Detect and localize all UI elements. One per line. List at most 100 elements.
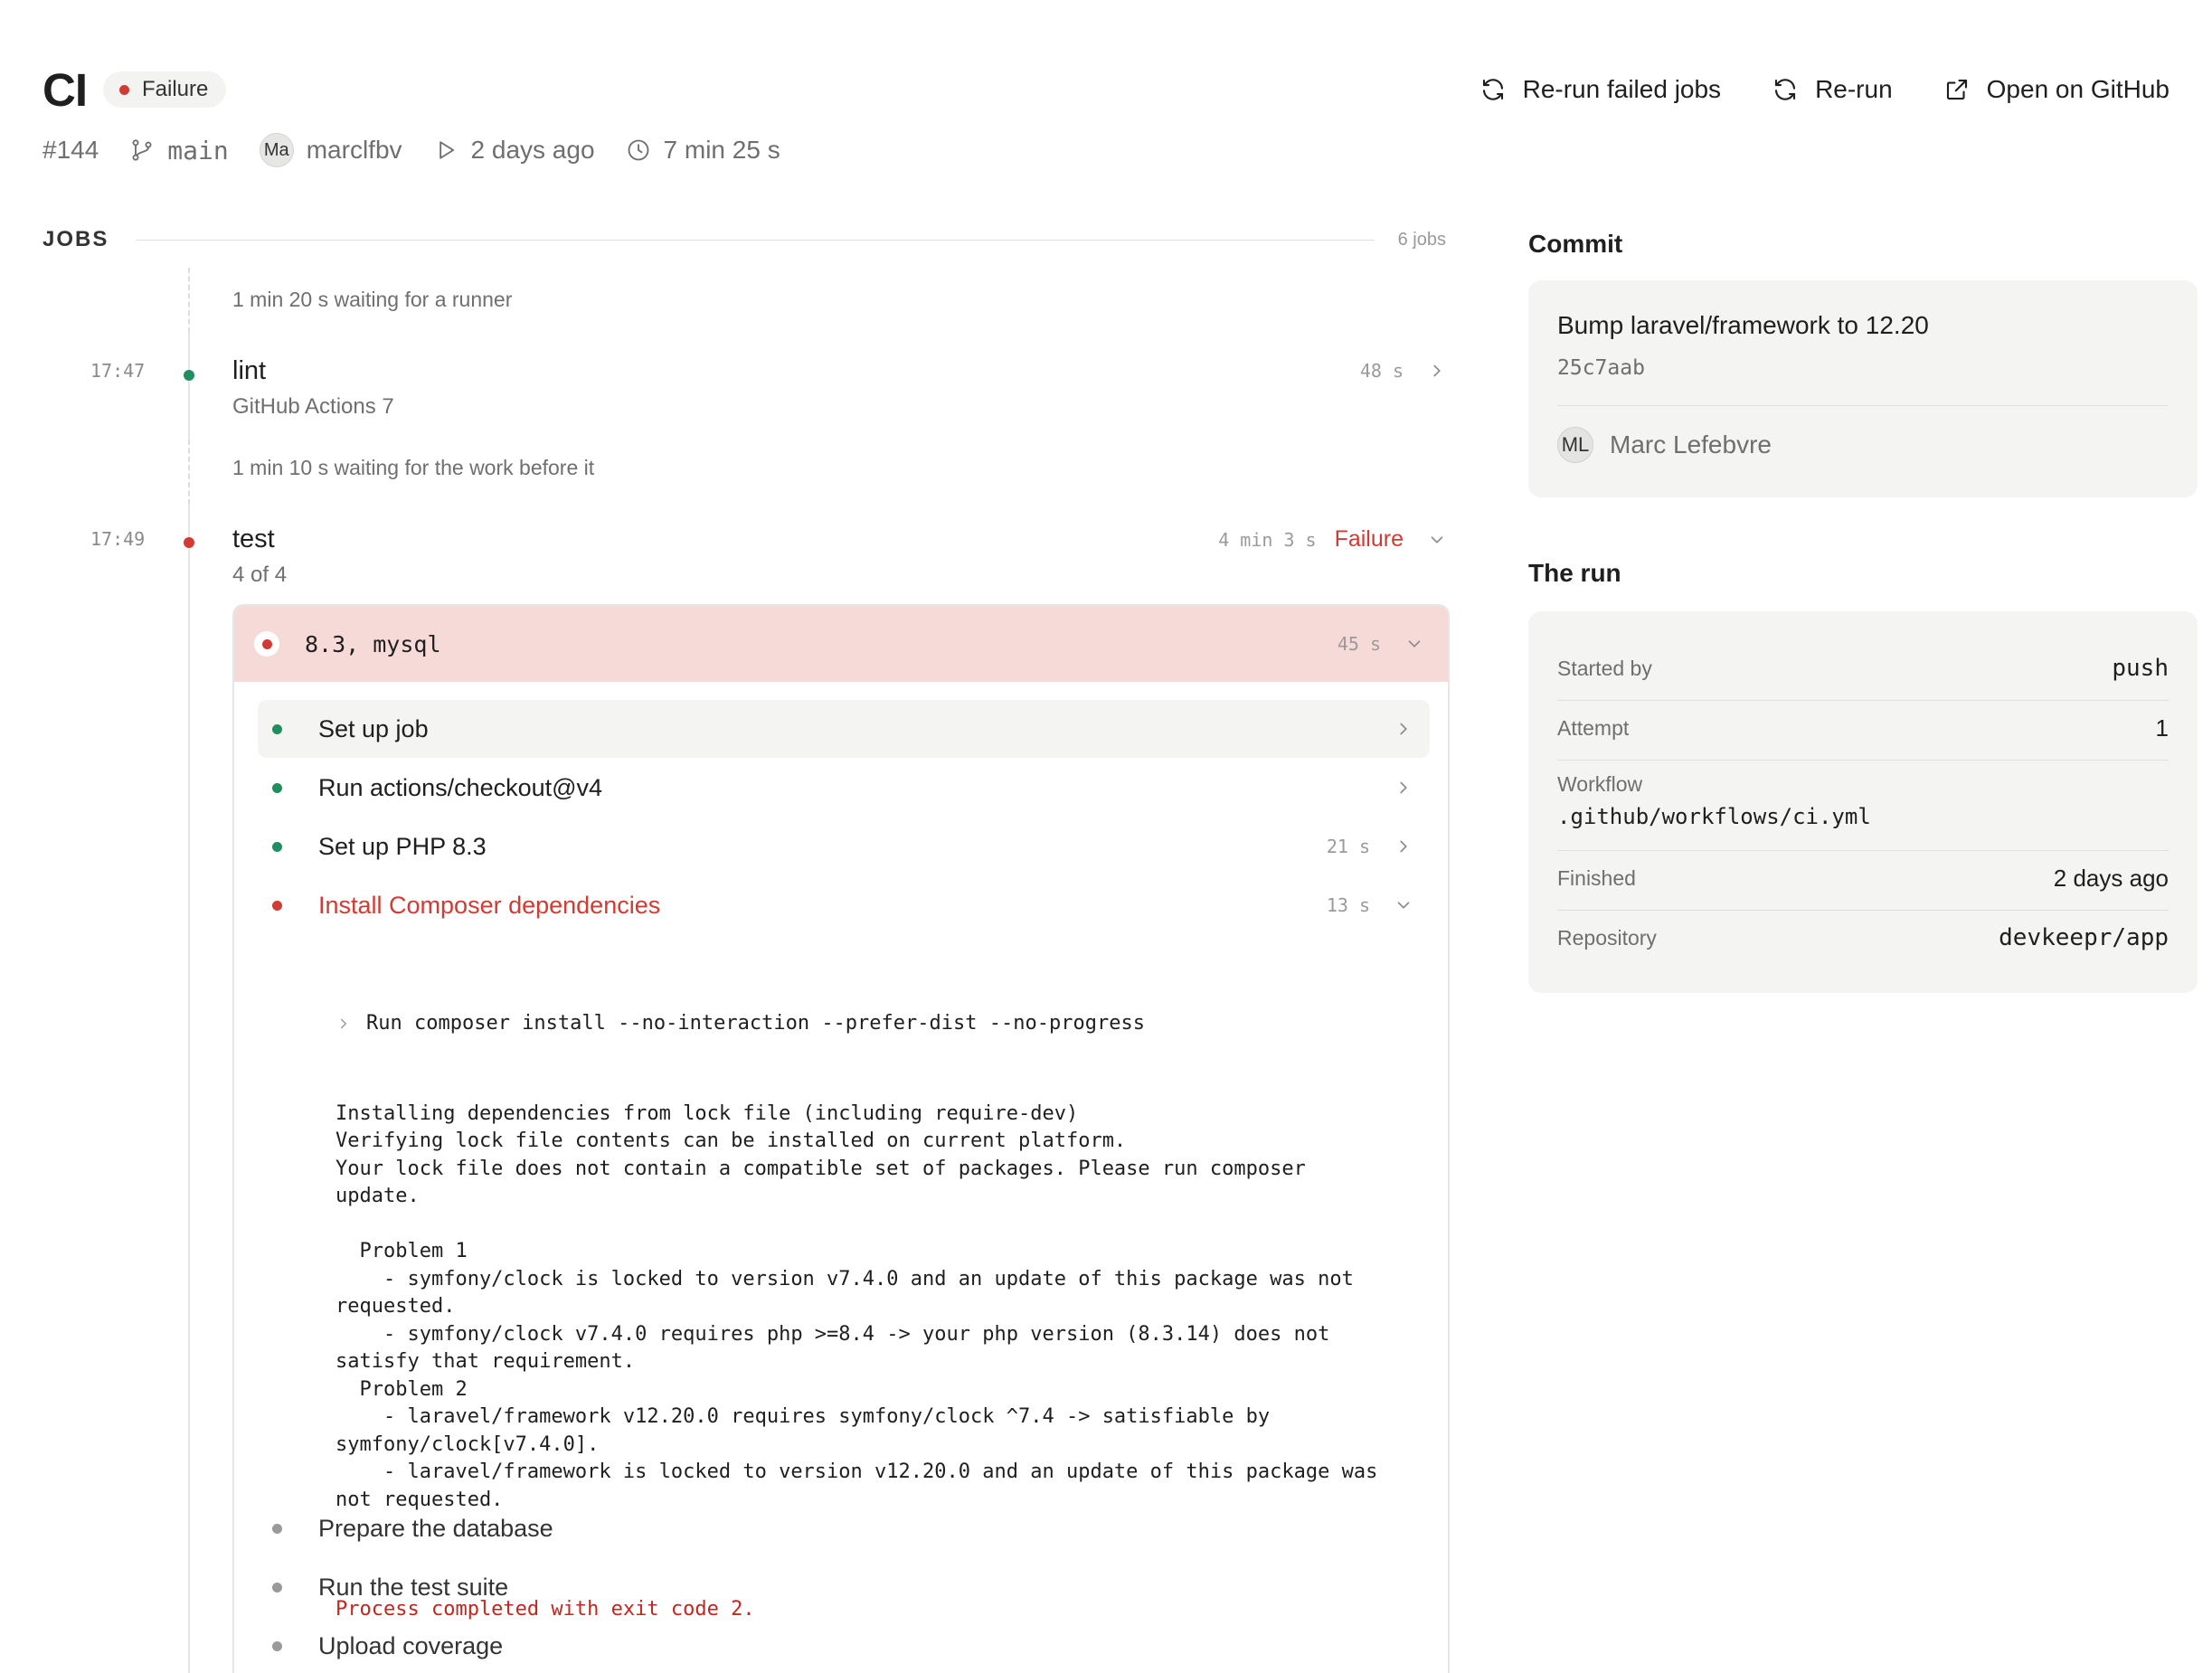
divider [1557, 405, 2169, 406]
rerun-failed-jobs-label: Re-run failed jobs [1522, 75, 1722, 103]
repository-label: Repository [1557, 925, 1657, 950]
step-run-test-suite[interactable]: Run the test suite [258, 1558, 1430, 1616]
commit-panel: Bump laravel/framework to 12.20 25c7aab … [1528, 280, 2198, 497]
step-meta: 13 s [1327, 894, 1413, 916]
run-number: #144 [43, 136, 99, 164]
started-ago-text: 2 days ago [470, 136, 595, 164]
external-link-icon [1946, 79, 1967, 100]
jobs-header: JOBS 6 jobs [43, 226, 1446, 253]
step-name: Set up PHP 8.3 [318, 832, 487, 860]
matrix-job-card: 8.3, mysql 45 s Set up job Run actions/c… [232, 604, 1450, 1673]
pending-dot-icon [272, 1582, 282, 1593]
refresh-icon [1482, 79, 1503, 100]
branch-icon [132, 139, 152, 161]
commit-sha[interactable]: 25c7aab [1557, 356, 1645, 380]
step-checkout[interactable]: Run actions/checkout@v4 [258, 759, 1430, 817]
step-set-up-job[interactable]: Set up job [258, 700, 1430, 758]
log-output: Installing dependencies from lock file (… [336, 1101, 1378, 1511]
divider [136, 239, 1375, 241]
step-name: Set up job [318, 714, 429, 742]
workflow-file[interactable]: .github/workflows/ci.yml [1557, 804, 2169, 829]
divider [1557, 850, 2169, 851]
job-duration: 4 min 3 s [1218, 528, 1317, 551]
jobs-label: JOBS [43, 227, 109, 251]
pending-dot-icon [272, 1640, 282, 1651]
finished-row: Finished 2 days ago [1557, 865, 2169, 893]
step-name: Run the test suite [318, 1573, 509, 1601]
failure-status-icon [254, 631, 279, 657]
avatar: Ma [259, 133, 294, 167]
finished-label: Finished [1557, 866, 1636, 890]
jobs-count: 6 jobs [1397, 229, 1446, 250]
rerun-failed-jobs-button[interactable]: Re-run failed jobs [1479, 75, 1721, 104]
step-name: Upload coverage [318, 1631, 504, 1659]
failure-dot-icon [119, 84, 129, 95]
matrix-job-title: 8.3, mysql [305, 630, 441, 657]
step-name: Run actions/checkout@v4 [318, 773, 603, 801]
page-header: CI Failure Re-run failed jobs Re-run Ope… [43, 60, 2169, 119]
job-time: 17:47 [90, 360, 146, 382]
matrix-job-header[interactable]: 8.3, mysql 45 s [234, 606, 1448, 682]
step-prepare-database[interactable]: Prepare the database [258, 1499, 1430, 1557]
chevron-down-icon [1431, 535, 1443, 543]
step-name: Install Composer dependencies [318, 891, 661, 919]
chevron-right-icon [341, 1019, 347, 1029]
finished-value: 2 days ago [2053, 865, 2169, 892]
log-command: Run composer install --no-interaction --… [366, 1012, 1145, 1035]
commit-author: ML Marc Lefebvre [1557, 427, 1772, 463]
step-meta [1370, 719, 1413, 739]
chevron-right-icon [1400, 840, 1407, 853]
status-badge-label: Failure [142, 77, 209, 101]
workflow-row: Workflow .github/workflows/ci.yml [1557, 772, 2169, 829]
divider [1557, 700, 2169, 701]
step-set-up-php[interactable]: Set up PHP 8.3 21 s [258, 818, 1430, 875]
run-meta: #144 main Ma marclfbv 2 days ago 7 min 2… [43, 132, 811, 168]
run-panel: Started by push Attempt 1 Workflow .gith… [1528, 611, 2198, 993]
chevron-right-icon [1400, 723, 1407, 735]
rerun-button[interactable]: Re-run [1772, 75, 1893, 104]
refresh-icon [1775, 79, 1796, 100]
step-meta [1370, 778, 1413, 798]
actor[interactable]: Ma marclfbv [259, 133, 402, 167]
run-duration: 7 min 25 s [626, 136, 780, 165]
play-icon [439, 141, 454, 159]
wait-work-text: 1 min 10 s waiting for the work before i… [232, 456, 595, 479]
success-dot-icon [272, 782, 282, 793]
step-duration: 21 s [1326, 836, 1370, 857]
step-name: Prepare the database [318, 1514, 553, 1542]
chevron-down-icon [1408, 640, 1421, 647]
started-by-value: push [2112, 655, 2169, 682]
job-lint-meta[interactable]: 48 s [1360, 360, 1447, 382]
chevron-right-icon [1400, 781, 1407, 794]
failure-dot-icon [184, 537, 194, 548]
wait-runner-text: 1 min 20 s waiting for a runner [232, 288, 513, 311]
step-duration: 13 s [1326, 894, 1370, 916]
branch[interactable]: main [129, 136, 229, 165]
clock-icon [628, 139, 648, 161]
step-install-composer[interactable]: Install Composer dependencies 13 s [258, 876, 1430, 934]
commit-heading: Commit [1528, 230, 1623, 258]
workflow-label: Workflow [1557, 772, 1643, 796]
job-duration: 48 s [1359, 360, 1404, 382]
log-command-row[interactable]: Run composer install --no-interaction --… [336, 1010, 1439, 1038]
job-runner: GitHub Actions 7 [232, 394, 394, 419]
timeline-gap [188, 268, 190, 333]
job-name-test[interactable]: test [232, 525, 275, 554]
run-duration-text: 7 min 25 s [663, 136, 780, 164]
actor-name: marclfbv [306, 136, 402, 164]
failure-dot-icon [261, 638, 272, 649]
run-heading: The run [1528, 559, 1621, 587]
repository-value[interactable]: devkeepr/app [1999, 924, 2169, 951]
commit-message[interactable]: Bump laravel/framework to 12.20 [1557, 311, 1929, 340]
avatar: ML [1557, 427, 1593, 463]
status-badge: Failure [103, 71, 227, 108]
job-progress: 4 of 4 [232, 562, 288, 587]
pending-dot-icon [272, 1523, 282, 1534]
chevron-right-icon [1433, 364, 1441, 377]
job-test-meta[interactable]: 4 min 3 s Failure [1218, 526, 1447, 553]
divider [1557, 910, 2169, 911]
open-on-github-button[interactable]: Open on GitHub [1943, 75, 2169, 104]
failure-dot-icon [272, 900, 282, 911]
step-upload-coverage[interactable]: Upload coverage [258, 1617, 1430, 1673]
job-name-lint[interactable]: lint [232, 356, 266, 386]
